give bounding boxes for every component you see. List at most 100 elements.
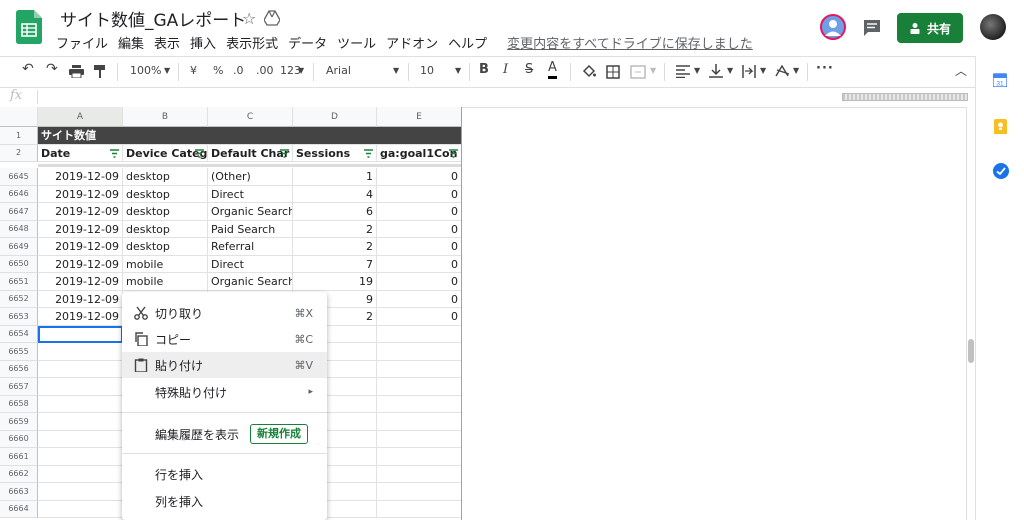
column-header-a[interactable]: A (38, 107, 123, 127)
cell-goal[interactable]: 0 (377, 290, 462, 308)
cell-goal[interactable]: 0 (377, 203, 462, 221)
decrease-decimal-button[interactable]: .0 (233, 64, 244, 77)
redo-icon[interactable]: ↷ (46, 61, 58, 77)
menu-item-paste-special[interactable]: 特殊貼り付け ▸ (122, 379, 327, 405)
menu-tools[interactable]: ツール (337, 33, 376, 52)
account-avatar[interactable] (820, 14, 846, 40)
row-number[interactable]: 6657 (0, 378, 38, 396)
row-number[interactable]: 6645 (0, 168, 38, 186)
filter-icon[interactable] (449, 148, 458, 158)
scrollbar-thumb[interactable] (968, 339, 974, 363)
column-header-c[interactable]: C (208, 107, 293, 127)
paint-format-icon[interactable] (94, 65, 107, 78)
font-select[interactable]: Arial (326, 64, 351, 77)
row-number[interactable]: 6661 (0, 448, 38, 466)
cell-device[interactable]: desktop (123, 185, 208, 203)
row-number[interactable]: 6646 (0, 185, 38, 203)
filter-icon[interactable] (280, 148, 289, 158)
undo-icon[interactable]: ↶ (22, 61, 34, 77)
borders-icon[interactable] (606, 65, 620, 79)
cell-sessions[interactable]: 7 (293, 255, 377, 273)
cell-device[interactable]: desktop (123, 168, 208, 186)
row-number[interactable]: 6655 (0, 343, 38, 361)
menu-insert[interactable]: 挿入 (190, 33, 216, 52)
column-header-d[interactable]: D (293, 107, 377, 127)
chevron-down-icon[interactable]: ▼ (793, 66, 799, 75)
row-number[interactable]: 6647 (0, 203, 38, 221)
cell-date[interactable] (38, 343, 123, 361)
cell-goal[interactable] (377, 483, 462, 501)
cell-device[interactable]: desktop (123, 238, 208, 256)
collapse-toolbar-icon[interactable]: ︿ (955, 62, 967, 79)
cell-date[interactable] (38, 483, 123, 501)
chevron-down-icon[interactable]: ▼ (727, 66, 733, 75)
row-number[interactable]: 1 (0, 127, 38, 145)
cell-date[interactable] (38, 500, 123, 518)
menu-item-insert-row[interactable]: 行を挿入 (122, 461, 327, 487)
cell-sessions[interactable]: 1 (293, 168, 377, 186)
filter-icon[interactable] (364, 148, 373, 158)
menu-item-copy[interactable]: コピー ⌘C (122, 326, 327, 352)
cell-goal[interactable] (377, 325, 462, 343)
row-number[interactable]: 6658 (0, 395, 38, 413)
sheets-logo-icon[interactable] (16, 10, 42, 44)
cell-device[interactable]: desktop (123, 203, 208, 221)
menu-addons[interactable]: アドオン (386, 33, 438, 52)
text-wrap-icon[interactable] (742, 65, 756, 78)
cell-goal[interactable] (377, 413, 462, 431)
cell-goal[interactable] (377, 430, 462, 448)
cell-channel[interactable]: Organic Search (208, 203, 293, 221)
cell-date[interactable]: 2019-12-09 (38, 308, 123, 326)
cell-date[interactable] (38, 448, 123, 466)
cell-sessions[interactable]: 4 (293, 185, 377, 203)
cell-date[interactable]: 2019-12-09 (38, 238, 123, 256)
row-number[interactable]: 6648 (0, 220, 38, 238)
chevron-down-icon[interactable]: ▼ (760, 66, 766, 75)
new-badge[interactable]: 新規作成 (250, 424, 308, 444)
row-number[interactable]: 6650 (0, 255, 38, 273)
cell-date[interactable] (38, 395, 123, 413)
cell-goal[interactable] (377, 465, 462, 483)
cell-channel[interactable]: (Other) (208, 168, 293, 186)
row-number[interactable]: 2 (0, 144, 38, 162)
cell-date[interactable] (38, 465, 123, 483)
cell-goal[interactable] (377, 360, 462, 378)
more-options-icon[interactable]: ··· (816, 61, 834, 76)
row-number[interactable]: 6651 (0, 273, 38, 291)
text-color-icon[interactable]: A (548, 60, 557, 79)
cell-goal[interactable]: 0 (377, 185, 462, 203)
chevron-down-icon[interactable]: ▼ (650, 66, 656, 75)
italic-icon[interactable]: I (503, 62, 508, 77)
cell-device[interactable]: mobile (123, 255, 208, 273)
header-cell-device[interactable]: Device Categ (123, 144, 208, 162)
row-number[interactable]: 6654 (0, 325, 38, 343)
cell-date[interactable] (38, 430, 123, 448)
strikethrough-icon[interactable]: S (525, 62, 533, 77)
cell-date[interactable] (38, 413, 123, 431)
cell-sessions[interactable]: 19 (293, 273, 377, 291)
cell-date[interactable] (38, 325, 123, 343)
fill-color-icon[interactable] (582, 65, 596, 79)
cell-channel[interactable]: Paid Search (208, 220, 293, 238)
tasks-icon[interactable] (993, 163, 1009, 179)
cell-goal[interactable]: 0 (377, 255, 462, 273)
menu-item-insert-column[interactable]: 列を挿入 (122, 488, 327, 514)
percent-format-button[interactable]: % (213, 64, 223, 77)
menu-item-paste[interactable]: 貼り付け ⌘V (122, 352, 327, 378)
cell-date[interactable]: 2019-12-09 (38, 203, 123, 221)
increase-decimal-button[interactable]: .00 (256, 64, 274, 77)
move-to-drive-icon[interactable] (264, 10, 280, 26)
zoom-select[interactable]: 100% (130, 64, 161, 77)
menu-item-version-history[interactable]: 編集履歴を表示 新規作成 (122, 421, 327, 447)
chevron-down-icon[interactable]: ▼ (393, 66, 399, 75)
menu-view[interactable]: 表示 (154, 33, 180, 52)
cell-goal[interactable] (377, 500, 462, 518)
calendar-icon[interactable]: 31 (993, 72, 1007, 87)
chevron-down-icon[interactable]: ▼ (455, 66, 461, 75)
row-number[interactable]: 6664 (0, 500, 38, 518)
cell-date[interactable]: 2019-12-09 (38, 220, 123, 238)
filter-icon[interactable] (110, 148, 119, 158)
merge-cells-icon[interactable] (630, 65, 646, 79)
text-rotation-icon[interactable] (775, 65, 790, 78)
row-number[interactable]: 6663 (0, 483, 38, 501)
